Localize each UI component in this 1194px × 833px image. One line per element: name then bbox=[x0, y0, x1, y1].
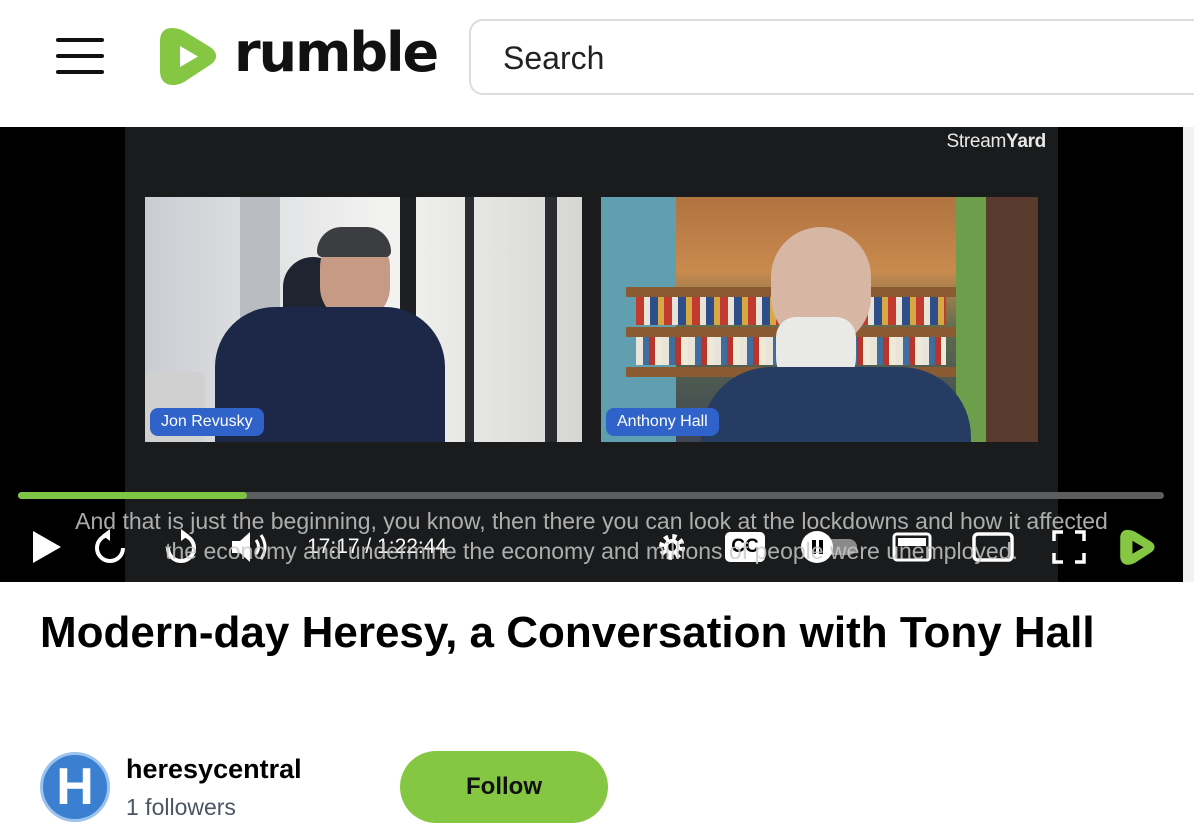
scrollbar-gutter bbox=[1183, 127, 1194, 582]
progress-fill bbox=[18, 492, 248, 499]
video-player[interactable]: StreamYard Jon Revusky Anthony Hall And … bbox=[0, 127, 1183, 582]
streamyard-watermark: StreamYard bbox=[946, 131, 1047, 152]
channel-avatar[interactable]: H bbox=[40, 752, 110, 822]
logo-text: rumble bbox=[234, 21, 439, 84]
video-title: Modern-day Heresy, a Conversation with T… bbox=[40, 608, 1095, 657]
rumble-play-logo-icon bbox=[160, 28, 216, 85]
site-header: rumble bbox=[0, 0, 1194, 126]
follow-button[interactable]: Follow bbox=[400, 751, 608, 823]
search-input[interactable] bbox=[503, 39, 1103, 77]
participant-name-tag: Anthony Hall bbox=[606, 408, 719, 436]
subtitle-line-2: the economy and undermine the economy an… bbox=[165, 538, 1018, 564]
participant-name-tag: Jon Revusky bbox=[150, 408, 264, 436]
rumble-logo[interactable]: rumble bbox=[158, 21, 439, 88]
search-box[interactable] bbox=[469, 19, 1194, 95]
menu-icon[interactable] bbox=[56, 38, 104, 76]
participant-tile-right: Anthony Hall bbox=[601, 197, 1038, 442]
follower-count: 1 followers bbox=[126, 794, 236, 820]
channel-name[interactable]: heresycentral bbox=[126, 754, 302, 785]
participant-tile-left: Jon Revusky bbox=[145, 197, 582, 442]
progress-bar[interactable] bbox=[18, 492, 1164, 499]
